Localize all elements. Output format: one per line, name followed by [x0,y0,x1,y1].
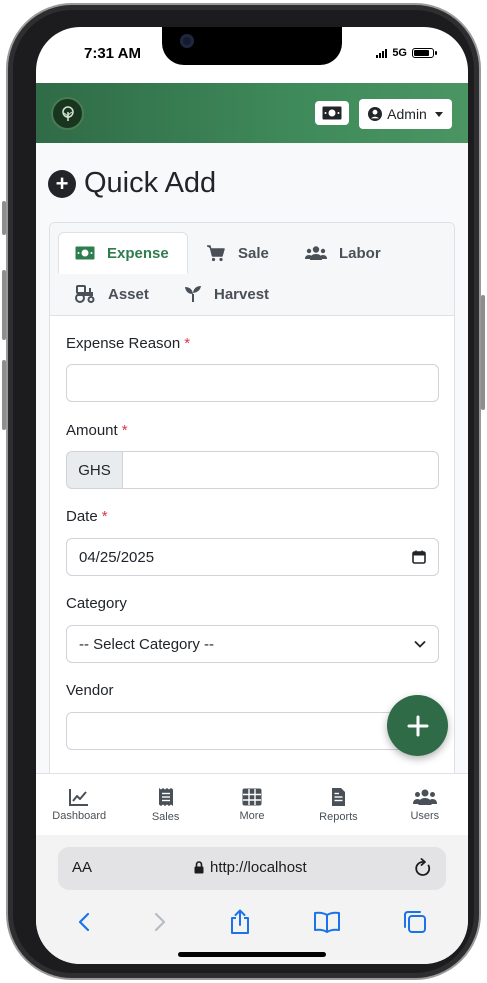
forward-icon[interactable] [153,911,167,933]
expense-reason-input[interactable] [66,364,439,402]
notch [162,27,342,65]
file-icon [331,787,345,806]
battery-level [414,50,430,56]
browser-toolbar [36,905,468,939]
main-content: + Quick Add Expense Sale Labor Asset Har… [36,143,468,773]
chart-line-icon [69,788,89,806]
screen: 7:31 AM 5G Admin + Quick Add Expense Sal… [36,27,468,964]
url-display[interactable]: http://localhost [194,859,307,876]
date-value: 04/25/2025 [79,548,155,566]
cart-icon [207,245,225,262]
address-bar[interactable]: AA http://localhost [58,847,446,890]
bookmarks-icon[interactable] [313,911,341,933]
tab-sale[interactable]: Sale [190,232,285,274]
tab-bar: Expense Sale Labor Asset Harvest [50,223,454,316]
tab-expense[interactable]: Expense [58,232,188,274]
share-icon[interactable] [229,909,251,935]
add-fab-button[interactable] [387,695,448,756]
home-indicator [178,952,326,957]
page-title: + Quick Add [48,167,216,200]
plus-icon [407,715,428,736]
chevron-down-icon [434,111,443,117]
browser-chrome: AA http://localhost [36,835,468,964]
date-label: Date * [66,508,108,525]
amount-input[interactable] [123,451,439,489]
nav-sales[interactable]: Sales [122,774,208,835]
expense-reason-label: Expense Reason * [66,335,191,352]
chevron-down-icon [414,640,426,648]
back-icon[interactable] [77,911,91,933]
network-label: 5G [392,47,407,59]
calendar-icon[interactable] [412,550,426,564]
category-label: Category [66,595,127,612]
tab-labor-label: Labor [339,244,381,262]
user-menu-label: Admin [387,106,427,122]
tab-sale-label: Sale [238,244,269,262]
nav-reports[interactable]: Reports [295,774,381,835]
required-marker: * [101,508,108,525]
farm-logo[interactable] [51,97,84,130]
currency-addon: GHS [66,451,123,489]
user-menu-button[interactable]: Admin [359,99,452,129]
nav-users[interactable]: Users [382,774,468,835]
category-select[interactable]: -- Select Category -- [66,625,439,663]
quick-cash-button[interactable] [315,101,349,125]
amount-input-group: GHS [66,451,439,489]
tab-asset[interactable]: Asset [58,273,165,315]
phone-frame: 7:31 AM 5G Admin + Quick Add Expense Sal… [2,3,485,980]
users-icon [412,789,437,805]
bottom-nav: Dashboard Sales More Reports Users [36,773,468,835]
nav-dashboard-label: Dashboard [52,809,107,822]
front-camera [180,34,194,48]
status-indicators: 5G [376,47,437,59]
nav-more[interactable]: More [209,774,295,835]
required-marker: * [121,422,128,439]
tab-expense-label: Expense [107,244,169,262]
tabs-icon[interactable] [403,910,427,934]
nav-reports-label: Reports [319,810,358,823]
money-bill-icon [322,106,342,120]
battery-icon [412,48,437,58]
tab-harvest[interactable]: Harvest [168,273,285,315]
grid-icon [242,788,262,805]
nav-sales-label: Sales [151,810,180,823]
lock-icon [194,861,204,874]
nav-dashboard[interactable]: Dashboard [36,774,122,835]
tab-labor[interactable]: Labor [289,232,397,274]
amount-label: Amount * [66,422,128,439]
user-circle-icon [368,107,383,121]
status-bar: 7:31 AM 5G [36,27,468,83]
quick-add-card: Expense Sale Labor Asset Harvest Expense… [49,222,455,773]
tab-asset-label: Asset [108,285,149,303]
nav-more-label: More [239,809,265,822]
seedling-icon [185,286,201,302]
tractor-icon [75,285,95,303]
nav-users-label: Users [410,809,440,822]
money-bill-icon [75,246,95,260]
category-selected-value: -- Select Category -- [79,635,215,653]
power-button [481,295,485,410]
url-text: http://localhost [210,859,307,876]
clock: 7:31 AM [84,45,141,62]
users-icon [305,246,327,260]
receipt-icon [158,787,173,806]
required-marker: * [184,335,191,352]
text-size-button[interactable]: AA [72,859,92,876]
top-navbar: Admin [36,83,468,143]
plus-circle-icon: + [48,169,76,198]
tree-icon [61,105,74,121]
signal-icon [376,48,388,58]
mute-switch [2,201,6,235]
tab-harvest-label: Harvest [214,285,270,303]
date-input[interactable]: 04/25/2025 [66,538,439,576]
volume-down-button [2,360,6,430]
volume-up-button [2,270,6,340]
reload-icon[interactable] [414,858,432,878]
vendor-label: Vendor [66,682,114,699]
vendor-input[interactable] [66,712,439,750]
page-title-text: Quick Add [84,167,217,199]
